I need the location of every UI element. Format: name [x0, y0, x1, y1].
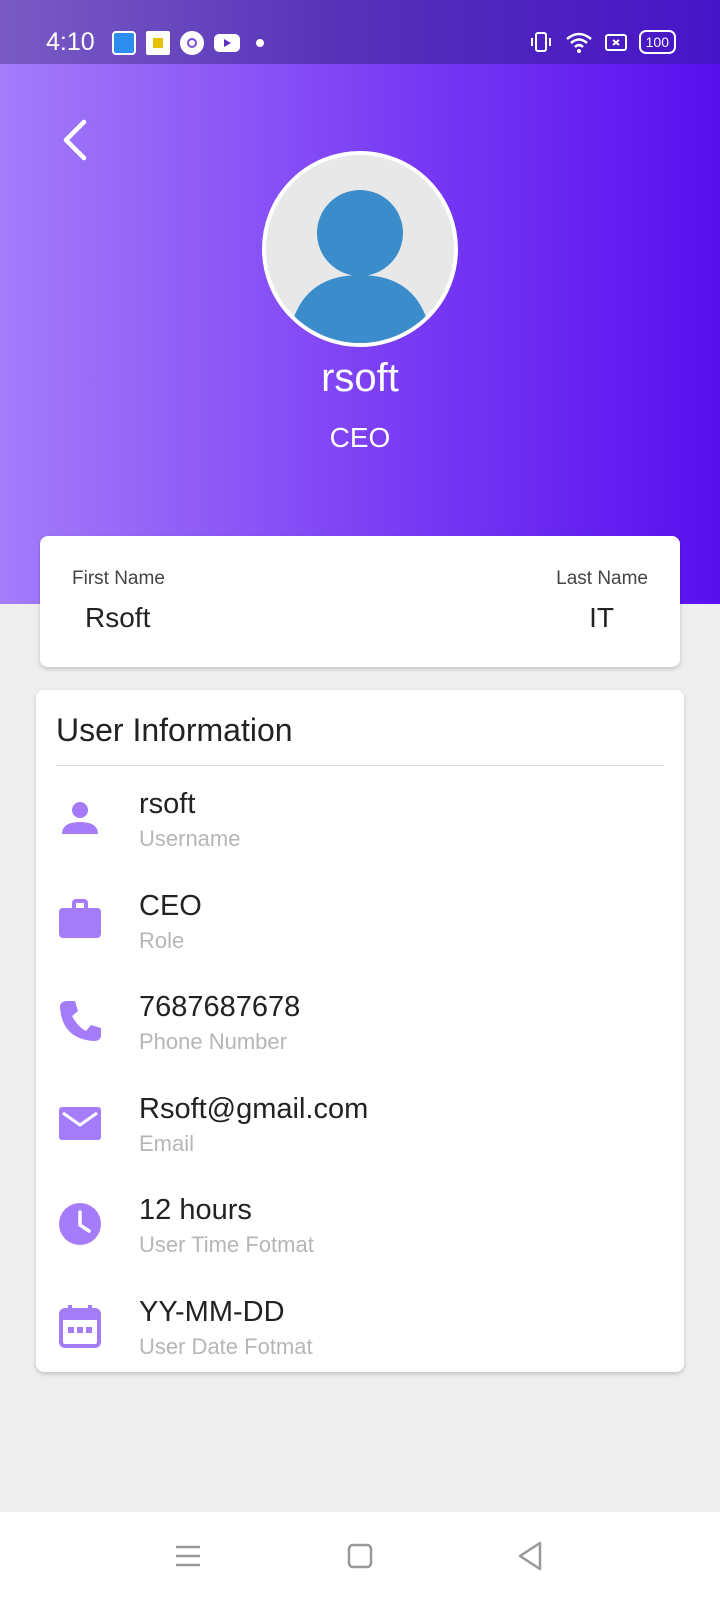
briefcase-icon — [59, 899, 101, 938]
person-icon — [62, 802, 98, 834]
calendar-icon — [59, 1305, 101, 1348]
chrome-icon — [180, 31, 204, 55]
chevron-left-icon — [63, 119, 87, 161]
time-format-value: 12 hours — [139, 1194, 252, 1226]
menu-icon[interactable] — [166, 1534, 210, 1578]
email-label: Email — [139, 1131, 195, 1156]
user-information-card: User Information rsoft Username CEO Role… — [36, 690, 684, 1372]
info-row-email: Rsoft@gmail.com Email — [36, 1081, 684, 1181]
system-icons: 100 — [529, 30, 676, 54]
date-format-value: YY-MM-DD — [139, 1296, 285, 1328]
status-time: 4:10 — [46, 28, 95, 56]
back-button[interactable] — [56, 116, 96, 164]
status-bar: 4:10 100 — [0, 0, 720, 64]
news-icon — [146, 31, 170, 55]
name-card: First Name Rsoft Last Name IT — [40, 536, 680, 667]
first-name-value: Rsoft — [85, 602, 151, 633]
mail-icon — [59, 1107, 101, 1140]
info-row-role: CEO Role — [36, 878, 684, 978]
info-row-date-format: YY-MM-DD User Date Fotmat — [36, 1284, 684, 1384]
divider — [56, 765, 664, 766]
home-icon[interactable] — [338, 1534, 382, 1578]
phone-icon — [60, 1001, 101, 1041]
clock-icon — [59, 1203, 101, 1245]
sim-icon — [604, 34, 627, 51]
phone-value: 7687687678 — [139, 991, 301, 1023]
profile-name: rsoft — [321, 356, 399, 400]
info-row-phone: 7687687678 Phone Number — [36, 979, 684, 1079]
last-name-value: IT — [589, 602, 614, 633]
battery-indicator: 100 — [638, 30, 676, 54]
more-notifications-dot — [256, 39, 264, 47]
app-icon — [112, 31, 136, 55]
role-value: CEO — [139, 890, 202, 922]
back-nav-icon[interactable] — [508, 1534, 552, 1578]
phone-label: Phone Number — [139, 1029, 287, 1054]
notification-icons — [112, 31, 264, 55]
date-format-label: User Date Fotmat — [139, 1334, 313, 1359]
avatar — [262, 151, 458, 347]
vibrate-icon — [530, 32, 551, 52]
username-label: Username — [139, 826, 241, 851]
last-name-label: Last Name — [556, 568, 648, 589]
info-row-time-format: 12 hours User Time Fotmat — [36, 1182, 684, 1282]
youtube-icon — [214, 34, 240, 52]
system-navigation-bar — [0, 1512, 720, 1600]
time-format-label: User Time Fotmat — [139, 1232, 314, 1257]
first-name-label: First Name — [72, 568, 165, 589]
username-value: rsoft — [139, 788, 196, 820]
user-information-title: User Information — [56, 712, 293, 748]
profile-role: CEO — [329, 422, 391, 453]
role-label: Role — [139, 928, 185, 953]
wifi-icon — [565, 32, 592, 53]
email-value: Rsoft@gmail.com — [139, 1093, 369, 1125]
person-avatar-icon — [288, 190, 432, 343]
info-row-username: rsoft Username — [36, 776, 684, 876]
